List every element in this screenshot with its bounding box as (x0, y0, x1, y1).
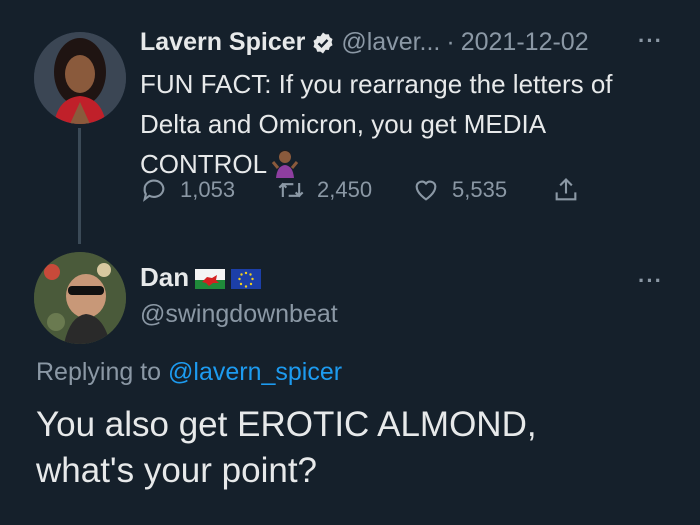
reply-count: 1,053 (180, 177, 236, 202)
author-handle[interactable]: @laver... (341, 28, 440, 57)
reply-author-name[interactable]: Dan (140, 262, 189, 293)
share-icon (555, 178, 577, 201)
tweet-actions: 1,053 2,450 5,535 (140, 176, 600, 216)
author-avatar-image (34, 32, 126, 124)
reply-author-avatar[interactable] (34, 252, 126, 344)
retweet-button[interactable]: 2,450 (277, 176, 372, 204)
reply-header: Dan (140, 262, 262, 293)
tweet-text-line: CONTROL (140, 149, 268, 179)
reply-author-avatar-image (34, 252, 126, 344)
person-shrugging-emoji (271, 150, 299, 178)
wales-flag-icon (195, 267, 226, 289)
reply-text-line: what's your point? (36, 451, 318, 490)
tweet-text-line: FUN FACT: If you rearrange the letters o… (140, 69, 613, 99)
more-options-icon[interactable]: ··· (638, 268, 663, 294)
retweet-count: 2,450 (317, 177, 373, 202)
like-button[interactable]: 5,535 (412, 176, 507, 204)
author-name[interactable]: Lavern Spicer (140, 28, 305, 57)
tweet-text-line: Delta and Omicron, you get MEDIA (140, 109, 547, 139)
more-options-icon[interactable]: ··· (638, 28, 663, 54)
tweet-header: Lavern Spicer @laver... · 2021-12-02 (140, 28, 589, 57)
retweet-icon (278, 182, 304, 198)
thread-connector-line (78, 128, 81, 244)
like-count: 5,535 (452, 177, 508, 202)
reply-icon (143, 179, 165, 202)
share-button[interactable] (552, 176, 592, 204)
replying-to-label: Replying to (36, 358, 162, 386)
author-avatar[interactable] (34, 32, 126, 124)
reply-author-handle[interactable]: @swingdownbeat (140, 300, 338, 329)
tweet-date[interactable]: 2021-12-02 (461, 28, 589, 57)
eu-flag-icon (231, 267, 262, 289)
reply-text-line: You also get EROTIC ALMOND, (36, 405, 537, 444)
reply-button[interactable]: 1,053 (140, 176, 235, 204)
replying-to-link[interactable]: @lavern_spicer (168, 358, 342, 386)
tweet-text: FUN FACT: If you rearrange the letters o… (140, 64, 680, 184)
replying-to: Replying to @lavern_spicer (36, 358, 342, 387)
separator-dot: · (446, 28, 455, 56)
heart-icon (415, 180, 437, 201)
reply-text: You also get EROTIC ALMOND, what's your … (36, 402, 676, 494)
verified-badge-icon (313, 32, 333, 53)
